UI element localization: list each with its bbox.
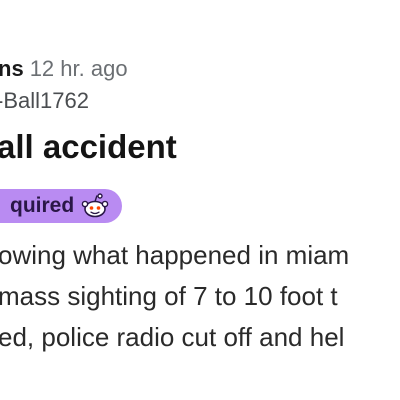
- post-author[interactable]: -Ball1762: [0, 87, 89, 115]
- reddit-snoo-icon: [81, 193, 109, 218]
- post-body-line: ed, police radio cut off and hel: [0, 322, 345, 352]
- post-title[interactable]: all accident: [0, 127, 177, 167]
- post-body-line: owing what happened in miam: [0, 240, 350, 270]
- post-meta: ns 12 hr. ago: [0, 55, 128, 83]
- post-timestamp: 12 hr. ago: [29, 56, 128, 81]
- community-name[interactable]: ns: [0, 56, 24, 81]
- flair-label: quired: [10, 194, 75, 217]
- post-body-line: mass sighting of 7 to 10 foot t: [0, 281, 338, 311]
- reddit-post-screen: ns 12 hr. ago -Ball1762 all accident quir…: [0, 0, 400, 400]
- post-flair[interactable]: quired: [0, 189, 123, 223]
